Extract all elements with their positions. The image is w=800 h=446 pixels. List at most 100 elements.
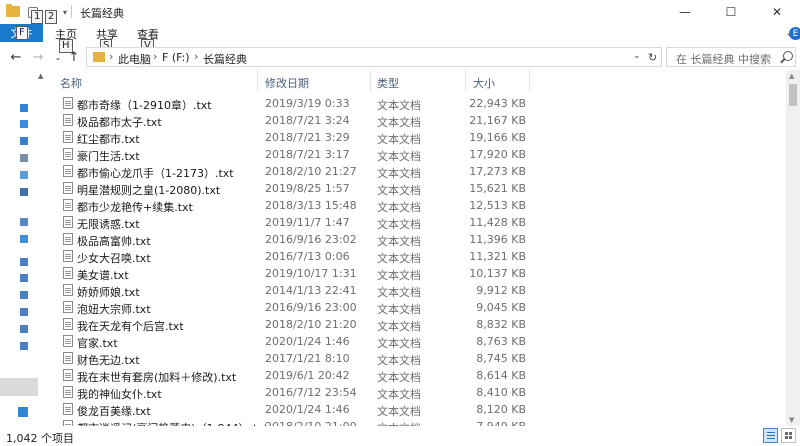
file-modified-date: 2018/3/13 15:48	[265, 199, 357, 212]
file-modified-date: 2014/1/13 22:41	[265, 284, 357, 297]
documents-icon[interactable]	[20, 154, 28, 162]
text-file-icon	[63, 131, 73, 143]
breadcrumb-current-folder[interactable]: 长篇经典	[203, 51, 247, 67]
file-modified-date: 2018/7/21 3:24	[265, 114, 350, 127]
file-row[interactable]: 都市奇缘（1-2910章）.txt 2019/3/19 0:33 文本文档 22,94…	[46, 95, 786, 112]
file-type: 文本文档	[377, 150, 421, 163]
column-date[interactable]: 修改日期	[265, 75, 309, 91]
column-header: 名称 修改日期 类型 大小	[46, 70, 786, 92]
help-icon[interactable]: E	[789, 27, 800, 40]
breadcrumb-drive[interactable]: F (F:)	[162, 51, 190, 64]
refresh-icon[interactable]: ↻	[648, 51, 657, 64]
file-row[interactable]: 都市偷心龙爪手（1-2173）.txt 2018/2/10 21:27 文本文档 17…	[46, 163, 786, 180]
search-input[interactable]: 在 长篇经典 中搜索	[666, 47, 796, 67]
drive-icon[interactable]	[20, 274, 28, 282]
desktop-icon[interactable]	[20, 120, 28, 128]
network-icon[interactable]	[18, 407, 28, 417]
file-name: 官家.txt	[77, 337, 118, 350]
text-file-icon	[63, 267, 73, 279]
column-size[interactable]: 大小	[473, 75, 495, 91]
file-type: 文本文档	[377, 235, 421, 248]
column-divider[interactable]	[370, 70, 371, 92]
file-type: 文本文档	[377, 201, 421, 214]
drive-icon[interactable]	[20, 258, 28, 266]
file-row[interactable]: 官家.txt 2020/1/24 1:46 文本文档 8,763 KB	[46, 333, 786, 350]
file-modified-date: 2016/9/16 23:02	[265, 233, 357, 246]
column-divider[interactable]	[465, 70, 466, 92]
nav-scrollbar[interactable]	[38, 70, 46, 426]
breadcrumb-this-pc[interactable]: 此电脑	[118, 51, 151, 67]
vertical-scrollbar[interactable]: ▲ ▼	[786, 70, 800, 426]
network-icon[interactable]	[20, 218, 28, 226]
file-explorer-window: 1 2 ▾ 长篇经典 — ☐ ✕ 文件 F 主页 共享 查看 ⌄ H S V E…	[0, 0, 800, 446]
column-divider[interactable]	[257, 70, 258, 92]
file-row[interactable]: 豪门生活.txt 2018/7/21 3:17 文本文档 17,920 KB	[46, 146, 786, 163]
file-row[interactable]: 少女大召唤.txt 2016/7/13 0:06 文本文档 11,321 KB	[46, 248, 786, 265]
file-type: 文本文档	[377, 320, 421, 333]
scroll-down-icon[interactable]: ▼	[789, 416, 794, 424]
drive-icon[interactable]	[20, 342, 28, 350]
file-row[interactable]: 泡妞大宗师.txt 2016/9/16 23:00 文本文档 9,045 KB	[46, 299, 786, 316]
file-row[interactable]: 美女谱.txt 2019/10/17 1:31 文本文档 10,137 KB	[46, 265, 786, 282]
file-row[interactable]: 极品高富帅.txt 2016/9/16 23:02 文本文档 11,396 KB	[46, 231, 786, 248]
text-file-icon	[63, 114, 73, 126]
file-row[interactable]: 俊龙百美缘.txt 2020/1/24 1:46 文本文档 8,120 KB	[46, 401, 786, 418]
file-row[interactable]: 娇娇师娘.txt 2014/1/13 22:41 文本文档 9,912 KB	[46, 282, 786, 299]
file-row[interactable]: 我在天龙有个后宫.txt 2018/2/10 21:20 文本文档 8,832 KB	[46, 316, 786, 333]
address-bar[interactable]: › 此电脑 › F (F:) › 长篇经典 ⌄ ↻	[86, 47, 662, 67]
file-row[interactable]: 明星潜规则之皇(1-2080).txt 2019/8/25 1:57 文本文档 15,…	[46, 180, 786, 197]
drive-icon[interactable]	[20, 325, 28, 333]
file-name: 财色无边.txt	[77, 354, 140, 367]
column-type[interactable]: 类型	[377, 75, 399, 91]
back-button[interactable]: ←	[8, 49, 24, 65]
address-dropdown-icon[interactable]: ⌄	[633, 51, 641, 61]
file-type: 文本文档	[377, 337, 421, 350]
breadcrumb-separator-icon[interactable]: ›	[109, 50, 113, 63]
file-type: 文本文档	[377, 371, 421, 384]
file-row[interactable]: 红尘都市.txt 2018/7/21 3:29 文本文档 19,166 KB	[46, 129, 786, 146]
file-row[interactable]: 财色无边.txt 2017/1/21 8:10 文本文档 8,745 KB	[46, 350, 786, 367]
file-name: 泡妞大宗师.txt	[77, 303, 151, 316]
file-name: 我在末世有套房(加料＋修改).txt	[77, 371, 237, 384]
text-file-icon	[63, 369, 73, 381]
text-file-icon	[63, 182, 73, 194]
column-name[interactable]: 名称	[60, 75, 82, 91]
file-size: 8,410 KB	[476, 386, 526, 399]
minimize-button[interactable]: —	[662, 0, 708, 24]
nav-scroll-up-icon[interactable]: ▲	[38, 72, 43, 80]
forward-button[interactable]: →	[30, 49, 46, 65]
file-row[interactable]: 无限诱惑.txt 2019/11/7 1:47 文本文档 11,428 KB	[46, 214, 786, 231]
window-title: 长篇经典	[80, 7, 124, 20]
drive-icon[interactable]	[20, 235, 28, 243]
customize-quick-access-icon[interactable]: ▾	[60, 4, 70, 20]
scrollbar-thumb[interactable]	[789, 84, 797, 106]
file-row[interactable]: 都市逍遥记(豪门艳荡史)（1-844）.txt2018/2/10 21:00文本…	[46, 418, 786, 426]
file-size: 9,912 KB	[476, 284, 526, 297]
scroll-up-icon[interactable]: ▲	[789, 72, 794, 80]
up-button[interactable]: ↑	[66, 49, 82, 65]
file-row[interactable]: 都市少龙艳传+续集.txt 2018/3/13 15:48 文本文档 12,513 K…	[46, 197, 786, 214]
text-file-icon	[63, 97, 73, 109]
file-modified-date: 2019/3/19 0:33	[265, 97, 350, 110]
text-file-icon	[63, 165, 73, 177]
maximize-button[interactable]: ☐	[708, 0, 754, 24]
column-divider[interactable]	[529, 70, 530, 92]
file-row[interactable]: 我的神仙女仆.txt 2016/7/12 23:54 文本文档 8,410 KB	[46, 384, 786, 401]
file-name: 极品都市太子.txt	[77, 116, 162, 129]
breadcrumb-separator-icon[interactable]: ›	[153, 50, 157, 63]
details-view-button[interactable]	[763, 428, 778, 443]
file-row[interactable]: 极品都市太子.txt 2018/7/21 3:24 文本文档 21,167 KB	[46, 112, 786, 129]
breadcrumb-separator-icon[interactable]: ›	[194, 50, 198, 63]
close-button[interactable]: ✕	[754, 0, 800, 24]
recent-locations-chevron-icon[interactable]: ⌄	[50, 49, 66, 65]
drive-icon[interactable]	[20, 308, 28, 316]
file-modified-date: 2020/1/24 1:46	[265, 335, 350, 348]
file-row[interactable]: 我在末世有套房(加料＋修改).txt 2019/6/1 20:42 文本文档 8,61…	[46, 367, 786, 384]
downloads-icon[interactable]	[20, 137, 28, 145]
quick-access-star-icon[interactable]	[20, 104, 28, 112]
file-name: 无限诱惑.txt	[77, 218, 140, 231]
pictures-icon[interactable]	[20, 171, 28, 179]
large-icons-view-button[interactable]	[781, 428, 796, 443]
videos-icon[interactable]	[20, 188, 28, 196]
drive-icon[interactable]	[20, 291, 28, 299]
